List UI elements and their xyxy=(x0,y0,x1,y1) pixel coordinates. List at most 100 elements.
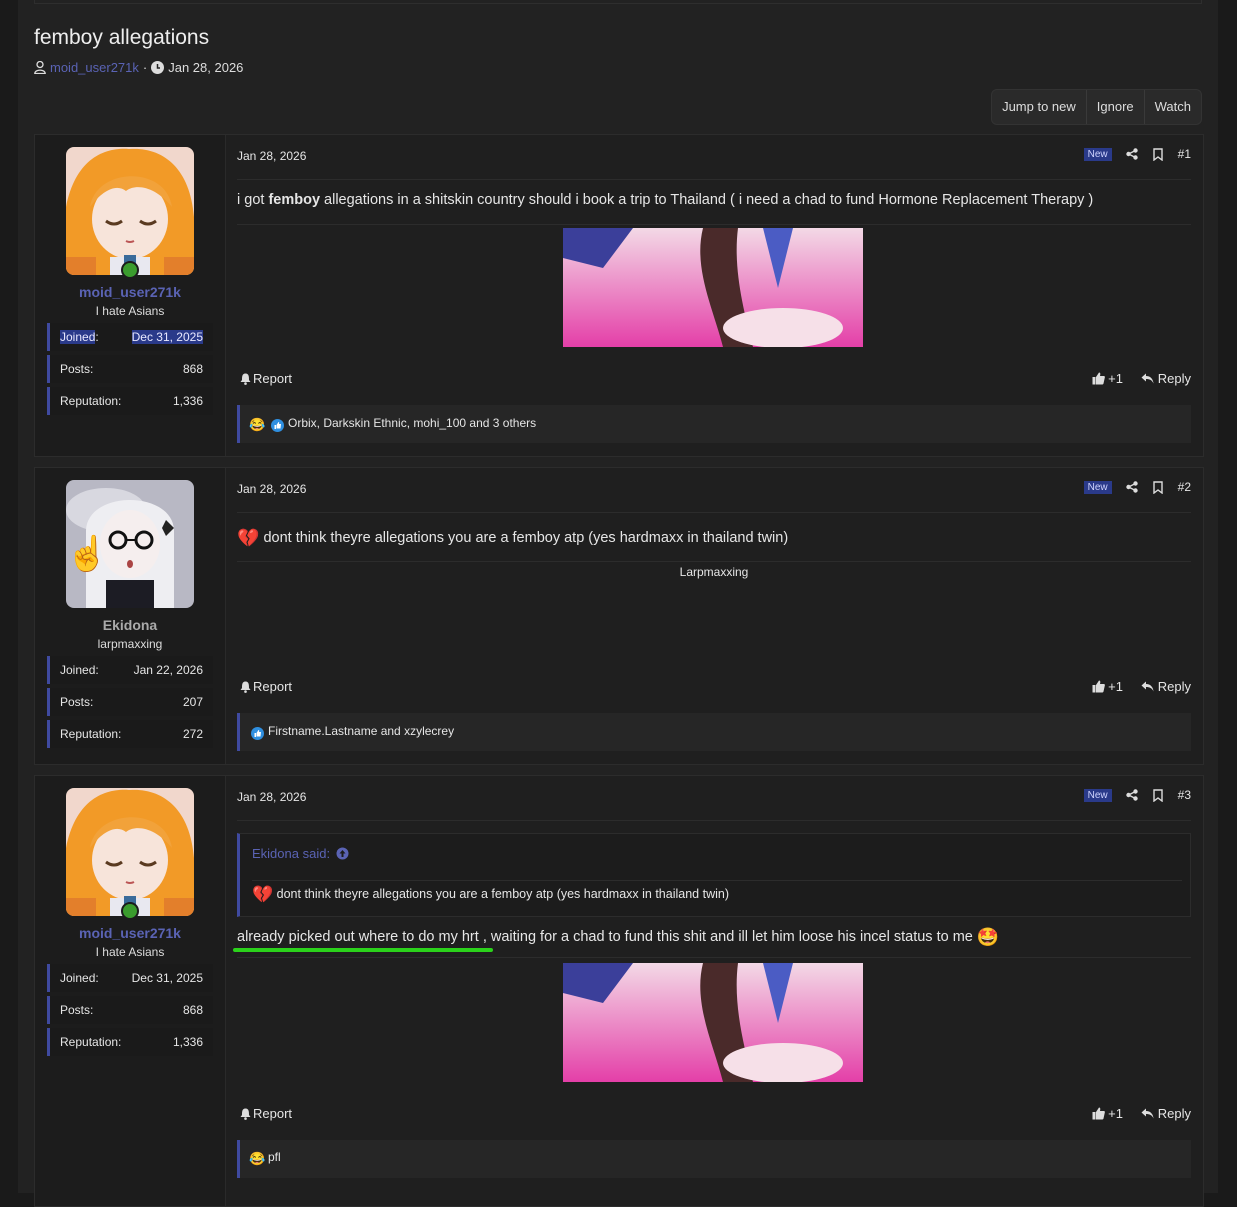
stat-joined-value: Jan 22, 2026 xyxy=(133,663,203,677)
reactions-bar[interactable]: 😂 pfl xyxy=(237,1140,1191,1178)
joined-label: Joined xyxy=(60,330,96,344)
like-reaction-icon xyxy=(251,727,264,740)
laughing-emoji-icon: 😂 xyxy=(249,417,266,432)
user-icon xyxy=(34,61,46,74)
post-3-content: Jan 28, 2026 New #3 Ekidona said: 💔 dont… xyxy=(233,776,1191,1206)
thread-date: Jan 28, 2026 xyxy=(168,60,244,75)
post-text: i got femboy allegations in a shitskin c… xyxy=(237,192,1191,208)
new-badge: New xyxy=(1083,480,1112,494)
post-header: Jan 28, 2026 New #1 xyxy=(237,147,1191,180)
stat-posts: Posts: 207 xyxy=(47,688,213,716)
username[interactable]: Ekidona xyxy=(35,617,225,633)
post-1-user-panel: moid_user271k I hate Asians Joined: Dec … xyxy=(35,135,226,456)
post-3-user-panel: moid_user271k I hate Asians Joined: Dec … xyxy=(35,776,226,1206)
report-label: Report xyxy=(253,371,293,386)
clock-icon xyxy=(151,61,165,74)
post-date[interactable]: Jan 28, 2026 xyxy=(237,790,306,804)
thread-action-buttons: Jump to new Ignore Watch xyxy=(991,89,1202,125)
arrow-up-circle-icon xyxy=(336,847,349,860)
embedded-gif[interactable] xyxy=(563,963,863,1082)
avatar[interactable] xyxy=(66,147,194,275)
post-text: 💔 dont think theyre allegations you are … xyxy=(237,528,1191,549)
bookmark-icon[interactable] xyxy=(1152,147,1164,161)
post-header: Jan 28, 2026 New #3 xyxy=(237,788,1191,821)
reactions-bar[interactable]: 😂 Orbix, Darkskin Ethnic, mohi_100 and 3… xyxy=(237,405,1191,443)
report-button[interactable]: Report xyxy=(240,679,292,694)
online-indicator xyxy=(121,261,139,279)
reply-button[interactable]: Reply xyxy=(1141,679,1191,694)
post-2: ☝️ Ekidona larpmaxxing Joined: Jan 22, 2… xyxy=(34,467,1204,765)
reply-icon xyxy=(1141,373,1154,384)
stat-reputation-value: 1,336 xyxy=(172,1035,203,1049)
jump-to-new-button[interactable]: Jump to new xyxy=(992,90,1087,124)
share-icon[interactable] xyxy=(1125,789,1138,801)
user-title: I hate Asians xyxy=(95,945,165,959)
meta-separator: · xyxy=(142,60,148,75)
ignore-button[interactable]: Ignore xyxy=(1087,90,1145,124)
stat-joined-value: Dec 31, 2025 xyxy=(131,971,203,985)
reactions-text: Firstname.Lastname and xzylecrey xyxy=(268,724,455,738)
reactions-text: Orbix, Darkskin Ethnic, mohi_100 and 3 o… xyxy=(288,416,537,430)
stat-reputation-value: 272 xyxy=(182,727,203,741)
quote-text: dont think theyre allegations you are a … xyxy=(276,887,729,901)
post-number[interactable]: #1 xyxy=(1178,147,1191,161)
post-text-pre: i got xyxy=(237,192,269,208)
joined-label: Joined xyxy=(60,971,96,985)
stat-posts-label: Posts: xyxy=(60,695,94,709)
stat-joined: Joined: Jan 22, 2026 xyxy=(47,656,213,684)
reply-button[interactable]: Reply xyxy=(1141,1106,1191,1121)
avatar[interactable] xyxy=(66,788,194,916)
embedded-gif[interactable] xyxy=(563,228,863,347)
like-label: +1 xyxy=(1108,679,1123,694)
quote-body: 💔 dont think theyre allegations you are … xyxy=(252,885,729,905)
reply-label: Reply xyxy=(1157,1106,1191,1121)
thumbs-up-icon xyxy=(1092,1107,1106,1120)
stat-posts-value: 868 xyxy=(182,1003,203,1017)
stat-reputation-value: 1,336 xyxy=(172,394,203,408)
share-icon[interactable] xyxy=(1125,481,1138,493)
post-number[interactable]: #3 xyxy=(1178,788,1191,802)
quote-header[interactable]: Ekidona said: xyxy=(252,846,349,861)
stat-posts: Posts: 868 xyxy=(47,996,213,1024)
online-indicator xyxy=(121,902,139,920)
post-header-tools: New #2 xyxy=(1083,480,1191,494)
quote-divider xyxy=(252,880,1182,881)
post-1-content: Jan 28, 2026 New #1 i got femboy allegat… xyxy=(237,135,1191,456)
bookmark-icon[interactable] xyxy=(1152,480,1164,494)
stat-joined-value: Dec 31, 2025 xyxy=(131,330,203,344)
avatar[interactable]: ☝️ xyxy=(66,480,194,608)
stat-reputation: Reputation: 272 xyxy=(47,720,213,748)
stat-posts-value: 868 xyxy=(182,362,203,376)
report-button[interactable]: Report xyxy=(240,371,292,386)
reactions-bar[interactable]: Firstname.Lastname and xzylecrey xyxy=(237,713,1191,751)
post-date[interactable]: Jan 28, 2026 xyxy=(237,482,306,496)
divider xyxy=(237,561,1191,562)
thread-author-link[interactable]: moid_user271k xyxy=(50,60,139,75)
share-icon[interactable] xyxy=(1125,148,1138,160)
stat-reputation-label: Reputation: xyxy=(60,394,122,408)
reply-button[interactable]: Reply xyxy=(1141,371,1191,386)
user-title: larpmaxxing xyxy=(97,637,163,651)
bell-icon xyxy=(240,1108,251,1120)
post-date[interactable]: Jan 28, 2026 xyxy=(237,149,306,163)
watch-button[interactable]: Watch xyxy=(1145,90,1201,124)
username[interactable]: moid_user271k xyxy=(35,284,225,300)
post-number[interactable]: #2 xyxy=(1178,480,1191,494)
bookmark-icon[interactable] xyxy=(1152,788,1164,802)
top-divider xyxy=(34,0,1202,4)
stat-reputation: Reputation: 1,336 xyxy=(47,387,213,415)
like-button[interactable]: +1 xyxy=(1092,1106,1123,1121)
post-text-content: dont think theyre allegations you are a … xyxy=(263,530,789,546)
stat-reputation-label: Reputation: xyxy=(60,727,122,741)
new-badge: New xyxy=(1083,147,1112,161)
report-button[interactable]: Report xyxy=(240,1106,292,1121)
like-button[interactable]: +1 xyxy=(1092,679,1123,694)
reply-label: Reply xyxy=(1157,371,1191,386)
like-button[interactable]: +1 xyxy=(1092,371,1123,386)
quote-block: Ekidona said: 💔 dont think theyre allega… xyxy=(237,833,1191,917)
bell-icon xyxy=(240,681,251,693)
post-3: moid_user271k I hate Asians Joined: Dec … xyxy=(34,775,1204,1207)
like-label: +1 xyxy=(1108,371,1123,386)
new-badge: New xyxy=(1083,788,1112,802)
username[interactable]: moid_user271k xyxy=(35,925,225,941)
